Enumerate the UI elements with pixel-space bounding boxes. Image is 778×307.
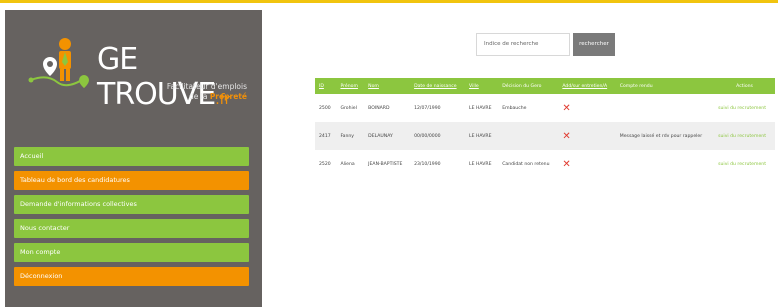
cell-action: suivi du recrutement [714, 122, 775, 150]
candidates-table: ID Prénom Nom Date de naissance Ville Dé… [315, 78, 775, 178]
top-accent-line [0, 0, 778, 3]
cell-decision [498, 122, 559, 150]
col-header-entretien[interactable]: Add/sur entretien/A [558, 78, 616, 94]
cell-compte-rendu [616, 150, 714, 178]
cell-date: 00/00/0000 [410, 122, 466, 150]
cell-ville: LE HAVRE [469, 105, 492, 111]
brand-tagline: Facilitateur d'emplois de la Propreté [167, 82, 247, 102]
tagline-line2: de la Propreté [188, 92, 247, 101]
cell-id: 2417 [315, 122, 337, 150]
sidebar: GE TROUVE.fr Facilitateur d'emplois de l… [5, 10, 262, 307]
col-header-date[interactable]: Date de naissance [410, 78, 466, 94]
nav-item-accueil[interactable]: Accueil [14, 147, 249, 166]
cell-nom: BOINARD [368, 105, 390, 111]
logo[interactable]: GE TROUVE.fr Facilitateur d'emplois de l… [27, 34, 257, 112]
sidebar-nav: Accueil Tableau de bord des candidatures… [14, 147, 249, 291]
logo-icon [28, 38, 89, 88]
col-header-decision: Décision du Gero [498, 78, 559, 94]
col-header-id[interactable]: ID [315, 78, 337, 94]
cell-id: 2520 [319, 161, 331, 167]
cell-ville: LE HAVRE [469, 161, 492, 167]
col-header-actions: Actions [714, 78, 775, 94]
cell-action: suivi du recrutement [714, 150, 775, 178]
suivi-recrutement-link[interactable]: suivi du recrutement [718, 162, 766, 167]
cell-prenom: Fanny [336, 122, 365, 150]
cell-entretien: ✕ [558, 150, 615, 178]
nav-item-nous-contacter[interactable]: Nous contacter [14, 219, 249, 238]
cell-compte-rendu [616, 94, 714, 122]
cell-action: suivi du recrutement [714, 94, 775, 122]
cell-decision: Embauche [502, 105, 527, 111]
cross-icon: ✕ [562, 102, 571, 114]
cell-prenom: Aliena [340, 161, 355, 167]
nav-item-deconnexion[interactable]: Déconnexion [14, 267, 249, 286]
cell-date: 23/10/1990 [414, 161, 441, 167]
nav-item-demande-informations[interactable]: Demande d'informations collectives [14, 195, 249, 214]
cell-nom: JEAN-BAPTISTE [368, 161, 403, 167]
suivi-recrutement-link[interactable]: suivi du recrutement [718, 106, 766, 111]
cell-ville: LE HAVRE [465, 122, 499, 150]
cell-decision: Candidat non retenu [502, 161, 550, 167]
cell-entretien: ✕ [558, 94, 615, 122]
cell-entretien: ✕ [558, 122, 616, 150]
table-header-row: ID Prénom Nom Date de naissance Ville Dé… [315, 78, 775, 94]
col-header-nom[interactable]: Nom [364, 78, 411, 94]
cross-icon: ✕ [562, 158, 571, 170]
cell-compte-rendu: Message laissé et rdv pour rappeler [615, 122, 715, 150]
col-header-ville[interactable]: Ville [465, 78, 499, 94]
tagline-line1: Facilitateur d'emplois [166, 82, 247, 91]
table-row: 2417 Fanny DELAUNAY 00/00/0000 LE HAVRE … [315, 122, 775, 150]
cell-nom: DELAUNAY [364, 122, 411, 150]
cell-prenom: Grohiel [340, 105, 357, 111]
search-button[interactable]: rechercher [573, 33, 615, 56]
cross-icon: ✕ [562, 130, 571, 142]
table-row: 2520 Aliena JEAN-BAPTISTE 23/10/1990 LE … [315, 150, 775, 178]
col-header-compte-rendu: Compte rendu [615, 78, 715, 94]
suivi-recrutement-link[interactable]: suivi du recrutement [718, 134, 766, 139]
table-row: 2500 Grohiel BOINARD 12/07/1990 LE HAVRE… [315, 94, 775, 122]
col-header-prenom[interactable]: Prénom [336, 78, 365, 94]
nav-item-tableau-de-bord[interactable]: Tableau de bord des candidatures [14, 171, 249, 190]
cell-date: 12/07/1990 [414, 105, 441, 111]
cell-id: 2500 [319, 105, 331, 111]
search-input[interactable]: Indice de recherche [476, 33, 570, 56]
nav-item-mon-compte[interactable]: Mon compte [14, 243, 249, 262]
